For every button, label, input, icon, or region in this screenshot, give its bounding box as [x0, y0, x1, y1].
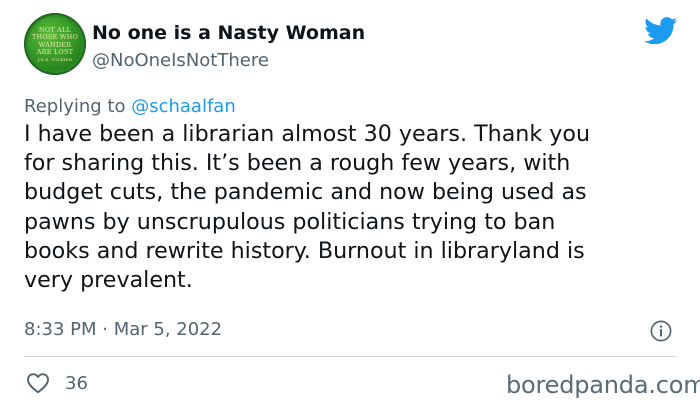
replying-to: Replying to @schaalfan: [24, 96, 236, 117]
reply-mention-link[interactable]: @schaalfan: [131, 96, 236, 117]
twitter-bird-icon[interactable]: [644, 17, 678, 45]
avatar-badge: NOT ALL THOSE WHO WANDER ARE LOST J.R.R.…: [28, 17, 82, 71]
divider: [24, 356, 676, 357]
tweet-text: I have been a librarian almost 30 years.…: [24, 120, 686, 295]
tweet-line: pawns by unscrupulous politicians trying…: [24, 208, 556, 235]
tweet-line: very prevalent.: [24, 267, 193, 294]
watermark: boredpanda.com: [506, 371, 700, 399]
tweet-line: I have been a librarian almost 30 years.…: [24, 121, 591, 147]
author-handle[interactable]: @NoOneIsNotThere: [92, 50, 269, 71]
info-icon[interactable]: [650, 320, 672, 342]
avatar[interactable]: NOT ALL THOSE WHO WANDER ARE LOST J.R.R.…: [24, 13, 86, 75]
author-display-name[interactable]: No one is a Nasty Woman: [92, 22, 365, 44]
heart-icon[interactable]: [26, 372, 50, 394]
tweet-line: books and rewrite history. Burnout in li…: [24, 237, 585, 264]
avatar-text-line-5: J.R.R. TOLKIEN: [37, 56, 73, 62]
tweet-line: budget cuts, the pandemic and now being …: [24, 179, 587, 206]
avatar-text-line-4: ARE LOST: [36, 48, 74, 56]
like-count: 36: [65, 372, 88, 394]
like-button[interactable]: 36: [26, 371, 88, 395]
replying-to-prefix: Replying to: [24, 96, 126, 117]
tweet-timestamp[interactable]: 8:33 PM · Mar 5, 2022: [24, 319, 222, 340]
tweet-line: for sharing this. It’s been a rough few …: [24, 150, 571, 177]
